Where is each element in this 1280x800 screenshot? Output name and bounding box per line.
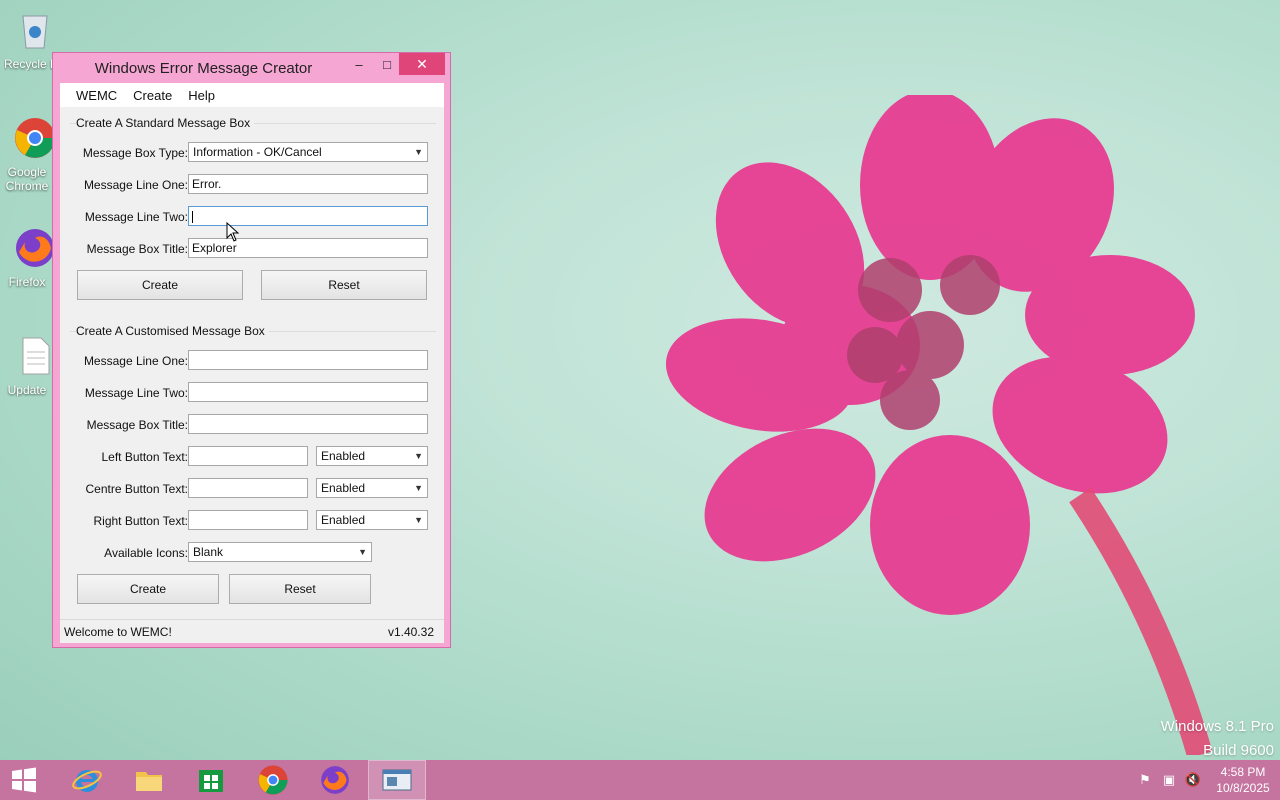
custom-title-input[interactable] <box>188 414 428 434</box>
maximize-button[interactable]: □ <box>373 53 401 75</box>
custom-line-one-label: Message Line One: <box>83 354 188 368</box>
chevron-down-icon: ▼ <box>414 483 423 493</box>
chevron-down-icon: ▼ <box>414 147 423 157</box>
left-button-label: Left Button Text: <box>101 450 188 464</box>
start-button[interactable] <box>0 760 48 800</box>
chevron-down-icon: ▼ <box>414 451 423 461</box>
chrome-icon <box>15 118 55 158</box>
file-explorer-icon <box>136 772 162 791</box>
mouse-cursor-icon <box>226 222 240 242</box>
standard-group: Create A Standard Message Box Message Bo… <box>70 116 436 333</box>
clock[interactable]: 4:58 PM 10/8/2025 <box>1206 764 1280 796</box>
custom-line-one-input[interactable] <box>188 350 428 370</box>
custom-create-button[interactable]: Create <box>77 574 219 604</box>
os-edition: Windows 8.1 Pro <box>1160 718 1274 735</box>
type-select-value: Information - OK/Cancel <box>193 145 322 159</box>
clock-time: 4:58 PM <box>1220 765 1266 779</box>
line-one-input[interactable]: Error. <box>188 174 428 194</box>
custom-reset-button[interactable]: Reset <box>229 574 371 604</box>
desktop-icon-label: Update <box>7 383 47 397</box>
centre-button-state-value: Enabled <box>321 481 366 495</box>
window-client: WEMC Create Help Create A Standard Messa… <box>60 83 444 643</box>
title-input[interactable]: Explorer <box>188 238 428 258</box>
text-caret <box>192 210 193 223</box>
wemc-icon <box>382 769 412 791</box>
menu-wemc[interactable]: WEMC <box>68 88 125 103</box>
os-watermark: Windows 8.1 Pro Build 9600 <box>1161 715 1274 763</box>
taskbar-internet-explorer[interactable] <box>58 760 116 800</box>
desktop-icon-label: Recycle Bin <box>4 57 54 71</box>
network-icon[interactable]: ▣ <box>1158 760 1180 800</box>
taskbar: ⚑ ▣ 🔇 4:58 PM 10/8/2025 <box>0 760 1280 800</box>
centre-button-state-select[interactable]: Enabled ▼ <box>316 478 428 498</box>
recycle-bin-icon <box>22 15 48 49</box>
firefox-icon <box>16 229 54 267</box>
icons-select-value: Blank <box>193 545 224 559</box>
type-select[interactable]: Information - OK/Cancel ▼ <box>188 142 428 162</box>
custom-line-two-input[interactable] <box>188 382 428 402</box>
start-icon <box>12 767 36 793</box>
status-bar: Welcome to WEMC! v1.40.32 <box>60 619 444 643</box>
left-button-state-select[interactable]: Enabled ▼ <box>316 446 428 466</box>
standard-create-button[interactable]: Create <box>77 270 243 300</box>
line-one-label: Message Line One: <box>83 178 188 192</box>
right-button-state-select[interactable]: Enabled ▼ <box>316 510 428 530</box>
centre-button-label: Centre Button Text: <box>85 482 188 496</box>
icons-label: Available Icons: <box>104 546 188 560</box>
menu-bar: WEMC Create Help <box>60 83 444 107</box>
volume-muted-icon[interactable]: 🔇 <box>1182 760 1204 800</box>
menu-help[interactable]: Help <box>180 88 223 103</box>
version-label: v1.40.32 <box>387 624 434 639</box>
chevron-down-icon: ▼ <box>358 547 367 557</box>
status-message: Welcome to WEMC! <box>64 624 172 639</box>
taskbar-firefox[interactable] <box>306 760 364 800</box>
taskbar-store[interactable] <box>182 760 240 800</box>
clock-date: 10/8/2025 <box>1216 781 1270 795</box>
minimize-button[interactable]: – <box>345 53 373 75</box>
title-bar[interactable]: Windows Error Message Creator – □ ✕ <box>53 53 450 83</box>
system-tray: ⚑ ▣ 🔇 4:58 PM 10/8/2025 <box>1134 760 1280 800</box>
line-two-input[interactable] <box>188 206 428 226</box>
window-title: Windows Error Message Creator <box>94 60 313 77</box>
left-button-input[interactable] <box>188 446 308 466</box>
right-button-state-value: Enabled <box>321 513 366 527</box>
taskbar-chrome[interactable] <box>244 760 302 800</box>
custom-title-label: Message Box Title: <box>86 418 188 432</box>
desktop-icon-label: Google Chrome <box>5 165 49 193</box>
standard-group-title: Create A Standard Message Box <box>76 116 255 130</box>
left-button-state-value: Enabled <box>321 449 366 463</box>
custom-line-two-label: Message Line Two: <box>84 386 188 400</box>
wallpaper-flower <box>665 95 1213 755</box>
action-center-flag-icon[interactable]: ⚑ <box>1134 760 1156 800</box>
internet-explorer-icon <box>72 770 102 792</box>
chrome-icon <box>258 765 288 795</box>
menu-create[interactable]: Create <box>125 88 180 103</box>
desktop-icon-label: Firefox <box>8 275 46 289</box>
firefox-icon <box>321 766 349 794</box>
icons-select[interactable]: Blank ▼ <box>188 542 372 562</box>
close-button[interactable]: ✕ <box>399 53 445 75</box>
taskbar-wemc[interactable] <box>368 760 426 800</box>
title-label: Message Box Title: <box>86 242 188 256</box>
store-icon <box>199 770 223 792</box>
standard-reset-button[interactable]: Reset <box>261 270 427 300</box>
type-label: Message Box Type: <box>82 146 188 160</box>
right-button-label: Right Button Text: <box>93 514 189 528</box>
centre-button-input[interactable] <box>188 478 308 498</box>
line-two-label: Message Line Two: <box>84 210 188 224</box>
custom-group: Create A Customised Message Box Message … <box>70 324 436 613</box>
taskbar-file-explorer[interactable] <box>120 760 178 800</box>
right-button-input[interactable] <box>188 510 308 530</box>
wemc-window: Windows Error Message Creator – □ ✕ WEMC… <box>52 52 451 648</box>
document-icon <box>22 337 50 375</box>
custom-group-title: Create A Customised Message Box <box>76 324 269 338</box>
chevron-down-icon: ▼ <box>414 515 423 525</box>
